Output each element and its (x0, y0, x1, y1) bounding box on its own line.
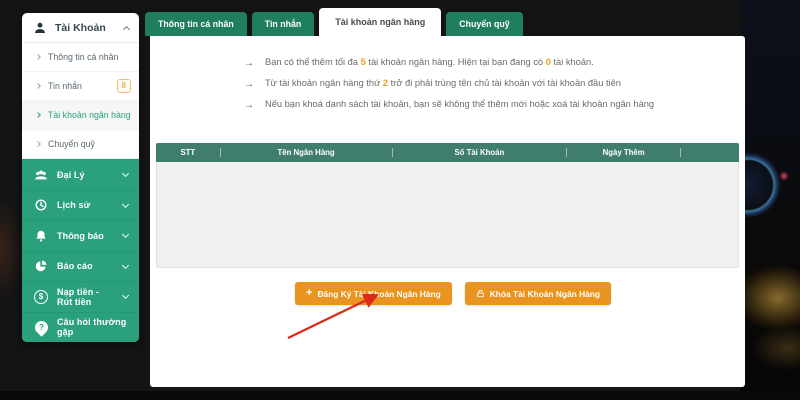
note-max-accounts: → Bạn có thể thêm tối đa 5 tài khoản ngâ… (244, 56, 674, 71)
sidebar-item-messages[interactable]: Tin nhắn 8 (22, 72, 139, 101)
sidebar-item-reports[interactable]: Báo cáo (22, 251, 139, 282)
tab-personal-info[interactable]: Thông tin cá nhân (145, 12, 247, 36)
sidebar-item-agency[interactable]: Đại Lý (22, 159, 139, 190)
bell-icon (34, 229, 48, 243)
tab-fund-transfer[interactable]: Chuyển quỹ (446, 12, 522, 36)
sidebar-item-bank-accounts[interactable]: Tài khoản ngân hàng (22, 101, 139, 130)
arrow-right-icon: → (244, 56, 254, 71)
pie-chart-icon (34, 259, 48, 273)
chevron-down-icon (122, 292, 129, 299)
chevron-down-icon (122, 201, 129, 208)
column-separator (680, 148, 681, 157)
message-count-badge: 8 (117, 79, 131, 93)
column-header-bank-name: Tên Ngân Hàng (221, 148, 392, 157)
sidebar-item-personal-info[interactable]: Thông tin cá nhân (22, 43, 139, 72)
sidebar-header-label: Tài Khoản (55, 22, 116, 34)
bank-accounts-panel: → Bạn có thể thêm tối đa 5 tài khoản ngâ… (150, 36, 745, 387)
info-notes: → Bạn có thể thêm tối đa 5 tài khoản ngâ… (244, 56, 674, 119)
note-text: Nếu bạn khoá danh sách tài khoản, bạn sẽ… (265, 98, 654, 113)
sidebar-green-section: Đại Lý Lịch sử Thông báo Báo cáo $ (22, 159, 139, 342)
plus-icon: + (306, 289, 312, 298)
background-photo-right (740, 0, 800, 392)
tab-messages[interactable]: Tin nhắn (252, 12, 315, 36)
sidebar-item-deposit-withdraw[interactable]: $ Nạp tiền - Rút tiền (22, 281, 139, 312)
chevron-right-icon (35, 83, 41, 89)
bottom-strip (0, 391, 800, 400)
arrow-right-icon: → (244, 98, 254, 113)
note-text: Từ tài khoản ngân hàng thứ 2 trở đi phải… (265, 77, 621, 92)
background-photo-left (0, 140, 22, 360)
note-text: Bạn có thể thêm tối đa 5 tài khoản ngân … (265, 56, 594, 71)
history-icon (34, 198, 48, 212)
lock-bank-account-button[interactable]: Khóa Tài Khoản Ngân Hàng (465, 282, 611, 305)
column-header-account-number: Số Tài Khoản (393, 148, 567, 157)
register-bank-account-button[interactable]: + Đăng Ký Tài Khoản Ngân Hàng (295, 282, 452, 305)
person-icon (33, 21, 47, 35)
chevron-down-icon (122, 262, 129, 269)
action-buttons: + Đăng Ký Tài Khoản Ngân Hàng Khóa Tài K… (295, 282, 611, 305)
table-body-empty (156, 162, 739, 268)
note-matching-name: → Từ tài khoản ngân hàng thứ 2 trở đi ph… (244, 77, 674, 92)
column-header-stt: STT (156, 148, 220, 157)
sidebar-item-faq[interactable]: ? Câu hỏi thường gặp (22, 312, 139, 343)
chevron-down-icon (122, 170, 129, 177)
chevron-down-icon (122, 231, 129, 238)
chevron-right-icon (35, 141, 41, 147)
dollar-circle-icon: $ (34, 290, 48, 304)
tab-bar: Thông tin cá nhân Tin nhắn Tài khoản ngâ… (145, 8, 523, 36)
chevron-right-icon (35, 112, 41, 118)
users-icon (34, 168, 48, 182)
lock-icon (476, 289, 485, 298)
bank-accounts-table: STT Tên Ngân Hàng Số Tài Khoản Ngày Thêm (156, 143, 739, 268)
table-header-row: STT Tên Ngân Hàng Số Tài Khoản Ngày Thêm (156, 143, 739, 162)
column-header-date-added: Ngày Thêm (567, 148, 680, 157)
arrow-right-icon: → (244, 77, 254, 92)
chevron-right-icon (35, 54, 41, 60)
question-pin-icon: ? (34, 320, 48, 334)
sidebar: Tài Khoản Thông tin cá nhân Tin nhắn 8 T… (22, 13, 139, 342)
note-lock-warning: → Nếu bạn khoá danh sách tài khoản, bạn … (244, 98, 674, 113)
sidebar-item-notifications[interactable]: Thông báo (22, 220, 139, 251)
sidebar-header-account[interactable]: Tài Khoản (22, 13, 139, 43)
sidebar-item-fund-transfer[interactable]: Chuyển quỹ (22, 130, 139, 159)
tab-bank-accounts[interactable]: Tài khoản ngân hàng (319, 8, 441, 36)
chevron-up-icon (123, 25, 130, 32)
sidebar-item-history[interactable]: Lịch sử (22, 190, 139, 221)
